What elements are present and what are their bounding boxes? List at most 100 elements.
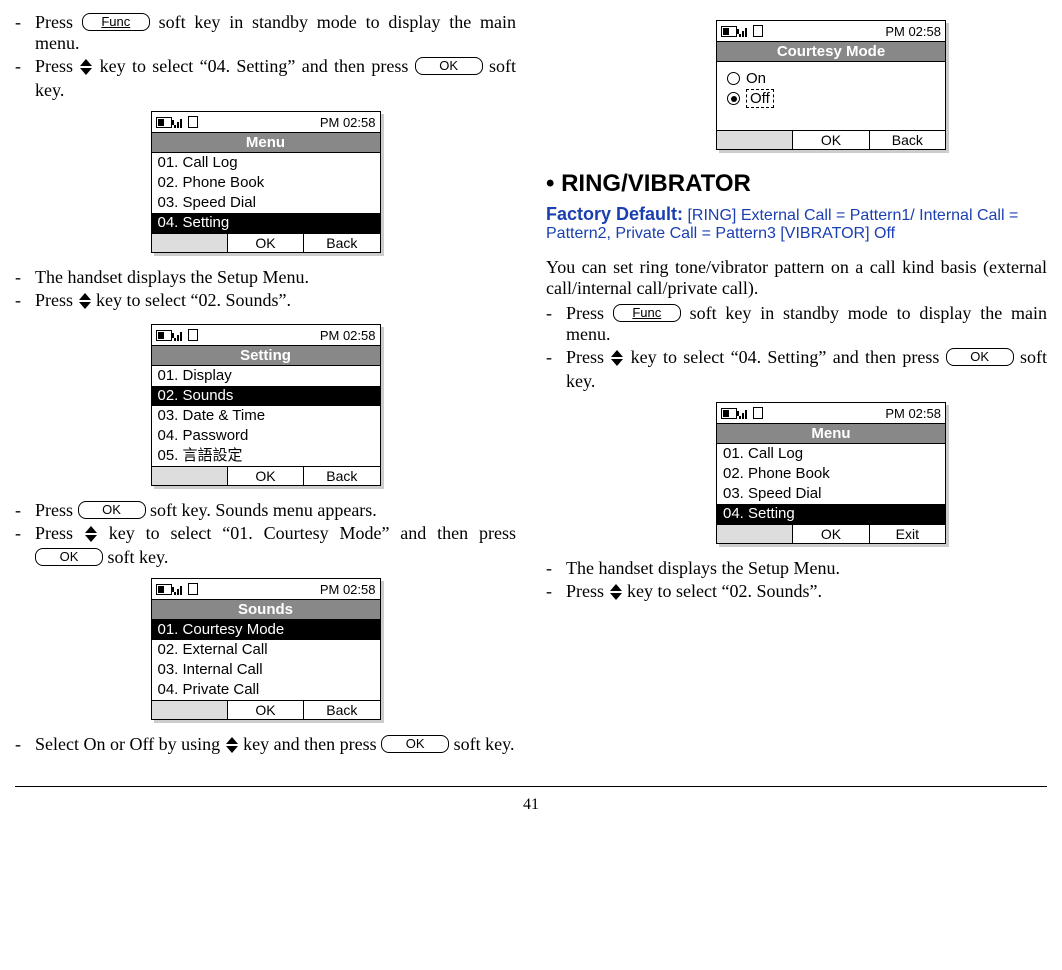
menu-list: 01. Courtesy Mode 02. External Call 03. … — [151, 619, 381, 700]
step: - Press Func soft key in standby mode to… — [15, 12, 516, 54]
softkey-ok: OK — [227, 467, 303, 485]
softkey-exit: Exit — [869, 525, 945, 543]
softkey-blank — [717, 525, 792, 543]
radio-list: On Off — [716, 61, 946, 130]
updown-icon — [84, 526, 98, 547]
text: soft key. Sounds menu appears. — [146, 500, 377, 520]
softkey-blank — [152, 467, 227, 485]
text: key to select “04. Setting” and then pre… — [93, 56, 414, 76]
text: key to select “01. Courtesy Mode” and th… — [98, 523, 516, 543]
text: soft key. — [449, 734, 514, 754]
list-item: 03. Date & Time — [152, 406, 380, 426]
radio-label: Off — [746, 89, 774, 108]
list-item: 03. Speed Dial — [717, 484, 945, 504]
footer-rule — [15, 786, 1047, 787]
softkey-ok: OK — [227, 234, 303, 252]
screen-title: Setting — [151, 345, 381, 365]
list-item: 02. Sounds — [152, 386, 380, 406]
phone-screen-courtesy: PM 02:58 Courtesy Mode On Off OK Back — [716, 20, 946, 150]
list-item: 03. Speed Dial — [152, 193, 380, 213]
phone-screen-sounds: PM 02:58 Sounds 01. Courtesy Mode 02. Ex… — [151, 578, 381, 720]
text: Press — [35, 500, 78, 520]
softkey-blank — [717, 131, 792, 149]
softkey-ok: OK — [792, 131, 868, 149]
list-item: 05. 言語設定 — [152, 446, 380, 466]
text: key to select “02. Sounds”. — [623, 581, 822, 601]
status-icons — [721, 25, 763, 37]
phone-screen-menu: PM 02:58 Menu 01. Call Log 02. Phone Boo… — [151, 111, 381, 253]
text: Press — [35, 523, 84, 543]
ok-key: OK — [415, 57, 483, 75]
step: - Press key to select “04. Setting” and … — [15, 56, 516, 101]
list-item: 04. Setting — [717, 504, 945, 524]
ok-key: OK — [35, 548, 103, 566]
func-key: Func — [613, 304, 681, 322]
text: Press — [35, 12, 82, 32]
softkey-blank — [152, 234, 227, 252]
text: soft key. — [103, 547, 168, 567]
menu-list: 01. Call Log 02. Phone Book 03. Speed Di… — [151, 152, 381, 233]
right-column: PM 02:58 Courtesy Mode On Off OK Back • … — [546, 10, 1047, 760]
softkey-ok: OK — [227, 701, 303, 719]
list-item: 02. External Call — [152, 640, 380, 660]
step: - Press OK soft key. Sounds menu appears… — [15, 500, 516, 521]
radio-on-icon — [727, 92, 740, 105]
list-item: 03. Internal Call — [152, 660, 380, 680]
text: The handset displays the Setup Menu. — [35, 267, 516, 288]
text: Press — [566, 347, 610, 367]
text: Press — [566, 303, 613, 323]
list-item: 01. Display — [152, 366, 380, 386]
radio-label: On — [746, 70, 766, 87]
softkey-blank — [152, 701, 227, 719]
text: Press — [35, 56, 79, 76]
clock: PM 02:58 — [320, 582, 376, 597]
phone-screen-menu: PM 02:58 Menu 01. Call Log 02. Phone Boo… — [716, 402, 946, 544]
list-item: 01. Courtesy Mode — [152, 620, 380, 640]
list-item: 04. Setting — [152, 213, 380, 233]
softkey-ok: OK — [792, 525, 868, 543]
step: - The handset displays the Setup Menu. — [15, 267, 516, 288]
clock: PM 02:58 — [885, 406, 941, 421]
list-item: 02. Phone Book — [717, 464, 945, 484]
updown-icon — [610, 350, 624, 371]
softkey-back: Back — [303, 467, 379, 485]
page-number: 41 — [15, 796, 1047, 814]
factory-default: Factory Default: [RING] External Call = … — [546, 204, 1047, 243]
updown-icon — [609, 584, 623, 605]
status-icons — [156, 583, 198, 595]
updown-icon — [79, 59, 93, 80]
status-icons — [156, 329, 198, 341]
screen-title: Menu — [716, 423, 946, 443]
step: - Press key to select “02. Sounds”. — [15, 290, 516, 314]
text: key to select “02. Sounds”. — [92, 290, 291, 310]
clock: PM 02:58 — [320, 115, 376, 130]
list-item: 04. Password — [152, 426, 380, 446]
updown-icon — [225, 737, 239, 758]
screen-title: Sounds — [151, 599, 381, 619]
text: Press — [35, 290, 78, 310]
screen-title: Menu — [151, 132, 381, 152]
func-key: Func — [82, 13, 150, 31]
intro-text: You can set ring tone/vibrator pattern o… — [546, 257, 1047, 299]
clock: PM 02:58 — [320, 328, 376, 343]
ok-key: OK — [381, 735, 449, 753]
step: - Press key to select “04. Setting” and … — [546, 347, 1047, 392]
text: The handset displays the Setup Menu. — [566, 558, 1047, 579]
text: Select On or Off by using — [35, 734, 225, 754]
list-item: 01. Call Log — [717, 444, 945, 464]
step: - Select On or Off by using key and then… — [15, 734, 516, 758]
text: key to select “04. Setting” and then pre… — [624, 347, 945, 367]
list-item: 01. Call Log — [152, 153, 380, 173]
status-icons — [156, 116, 198, 128]
ok-key: OK — [78, 501, 146, 519]
step: - Press Func soft key in standby mode to… — [546, 303, 1047, 345]
text: key and then press — [239, 734, 381, 754]
screen-title: Courtesy Mode — [716, 41, 946, 61]
left-column: - Press Func soft key in standby mode to… — [15, 10, 516, 760]
updown-icon — [78, 293, 92, 314]
step: - Press key to select “02. Sounds”. — [546, 581, 1047, 605]
list-item: 04. Private Call — [152, 680, 380, 700]
status-icons — [721, 407, 763, 419]
clock: PM 02:58 — [885, 24, 941, 39]
list-item: 02. Phone Book — [152, 173, 380, 193]
